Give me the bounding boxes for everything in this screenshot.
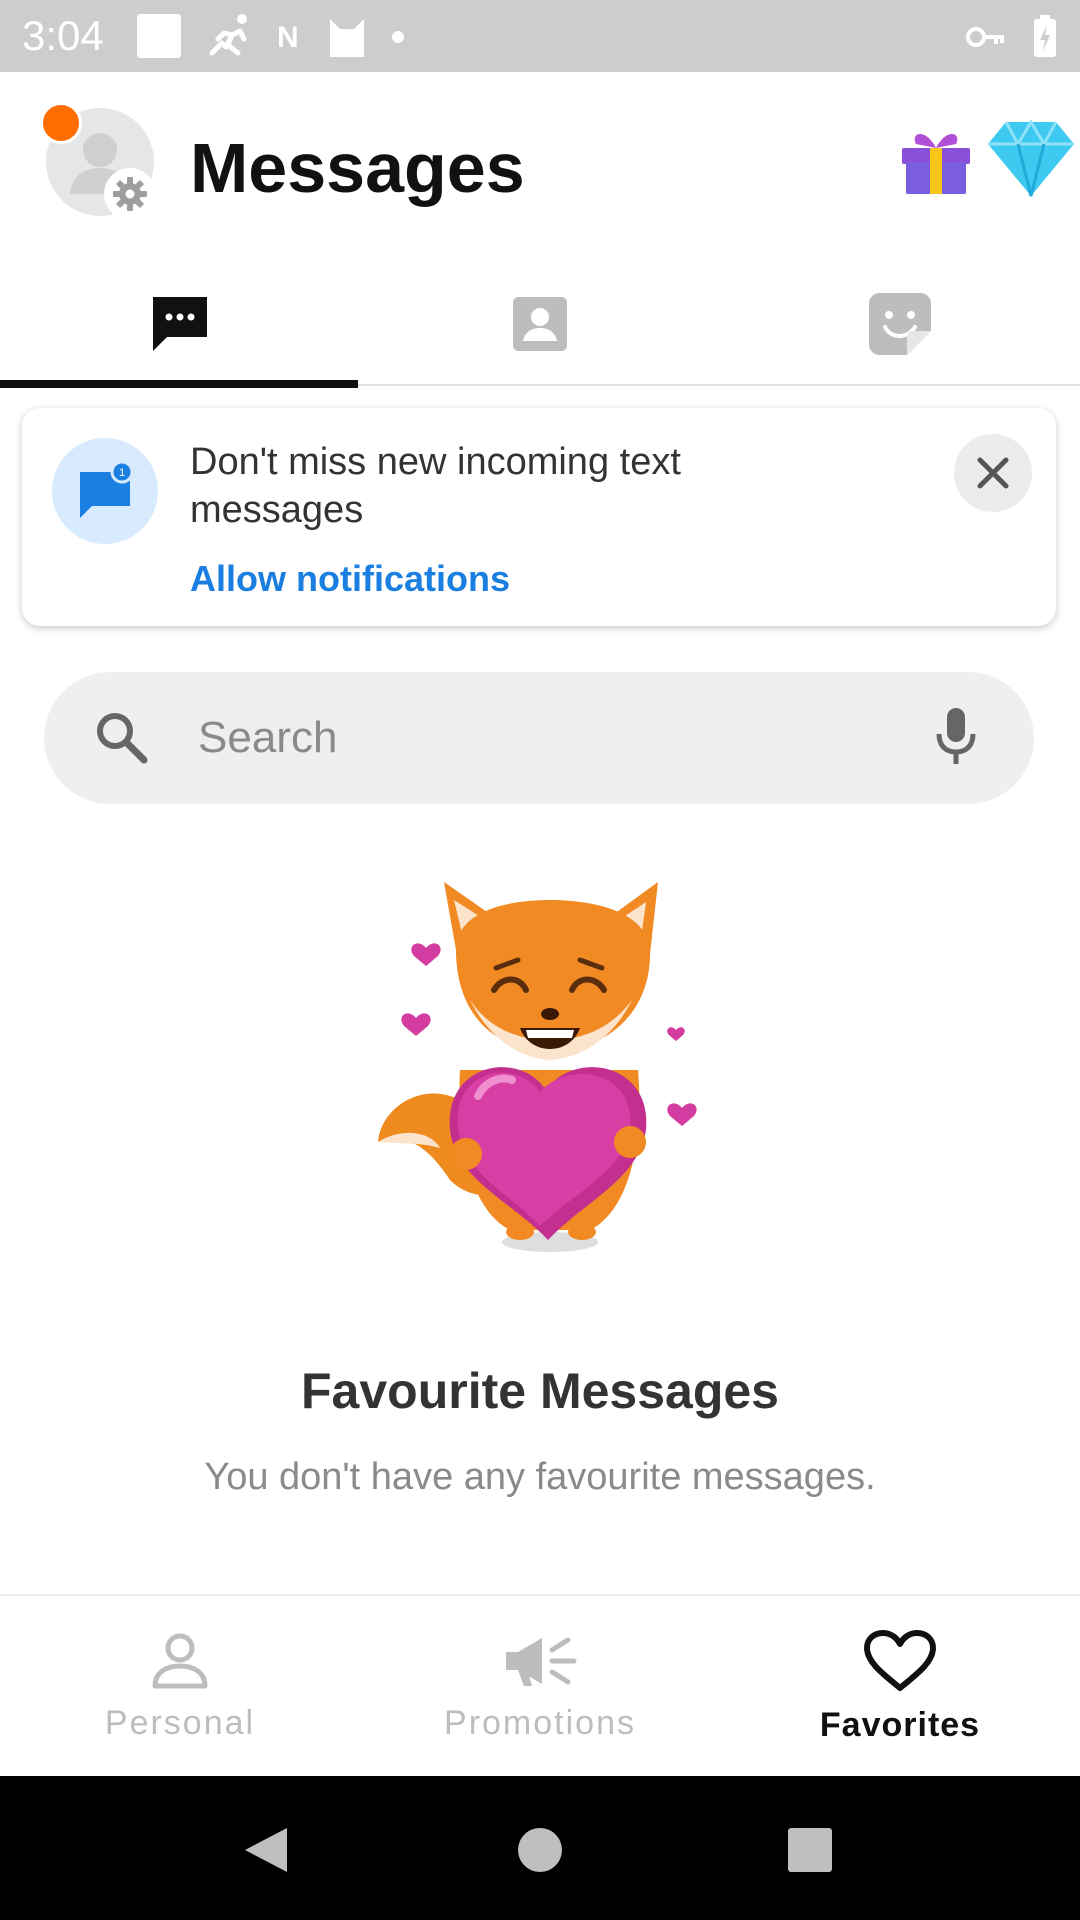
gift-icon[interactable] bbox=[896, 118, 976, 198]
back-icon bbox=[245, 1828, 287, 1872]
settings-gear-icon[interactable] bbox=[104, 168, 156, 220]
cat-icon bbox=[330, 19, 364, 57]
back-button[interactable] bbox=[236, 1820, 296, 1880]
diamond-icon[interactable] bbox=[986, 112, 1076, 202]
notification-icon-wrap: 1 bbox=[52, 438, 158, 544]
status-icons-left: N bbox=[136, 12, 406, 60]
recents-icon bbox=[788, 1828, 832, 1872]
page-title: Messages bbox=[190, 129, 525, 207]
system-nav-bar bbox=[0, 1776, 1080, 1920]
n-icon: N bbox=[277, 21, 299, 54]
home-button[interactable] bbox=[510, 1820, 570, 1880]
notification-badge-count: 1 bbox=[119, 467, 125, 479]
close-notification-button[interactable] bbox=[954, 434, 1032, 512]
square-icon bbox=[137, 14, 181, 58]
message-notification-icon: 1 bbox=[80, 462, 134, 518]
battery-charging-icon bbox=[1034, 15, 1056, 57]
search-input[interactable] bbox=[198, 702, 898, 774]
microphone-icon[interactable] bbox=[934, 706, 978, 768]
tab-contacts[interactable] bbox=[360, 262, 720, 386]
nav-personal[interactable]: Personal bbox=[0, 1596, 360, 1778]
status-time: 3:04 bbox=[22, 12, 104, 59]
notification-dot bbox=[40, 102, 82, 144]
tab-chats[interactable] bbox=[0, 262, 360, 388]
key-icon bbox=[966, 27, 1004, 47]
nav-label-promotions: Promotions bbox=[444, 1704, 636, 1742]
chat-bubble-icon bbox=[153, 297, 207, 351]
svg-text:N: N bbox=[277, 21, 299, 54]
dot-icon bbox=[392, 31, 404, 43]
nav-label-personal: Personal bbox=[104, 1704, 256, 1742]
status-icons-right bbox=[966, 12, 1058, 60]
notification-card: 1 Don't miss new incoming text messages … bbox=[22, 408, 1056, 626]
sticker-icon bbox=[869, 293, 931, 355]
allow-notifications-link[interactable]: Allow notifications bbox=[190, 558, 510, 600]
search-bar bbox=[44, 672, 1034, 804]
status-bar: 3:04 N bbox=[0, 0, 1080, 72]
nav-favorites[interactable]: Favorites bbox=[720, 1596, 1080, 1778]
fox-with-heart-illustration bbox=[378, 882, 697, 1252]
search-icon bbox=[97, 713, 148, 764]
empty-state-text: You don't have any favourite messages. bbox=[204, 1456, 876, 1498]
megaphone-icon bbox=[506, 1637, 577, 1686]
recents-button[interactable] bbox=[780, 1820, 840, 1880]
screen: 3:04 N Messages 1 Don't miss new incomin… bbox=[0, 0, 1080, 1920]
top-tabs bbox=[0, 262, 1080, 388]
heart-icon bbox=[864, 1630, 936, 1691]
nav-promotions[interactable]: Promotions bbox=[360, 1596, 720, 1778]
tab-stickers[interactable] bbox=[720, 262, 1080, 386]
person-icon bbox=[152, 1633, 208, 1689]
runner-icon bbox=[209, 14, 247, 56]
header: Messages bbox=[0, 72, 1080, 262]
nav-label-favorites: Favorites bbox=[819, 1706, 981, 1744]
close-icon bbox=[977, 457, 1009, 489]
bottom-nav: Personal Promotions Favorites bbox=[0, 1594, 1080, 1776]
contact-card-icon bbox=[513, 297, 567, 351]
home-icon bbox=[518, 1828, 562, 1872]
notification-text: Don't miss new incoming text messages bbox=[190, 441, 681, 531]
empty-state-title: Favourite Messages bbox=[301, 1363, 779, 1419]
